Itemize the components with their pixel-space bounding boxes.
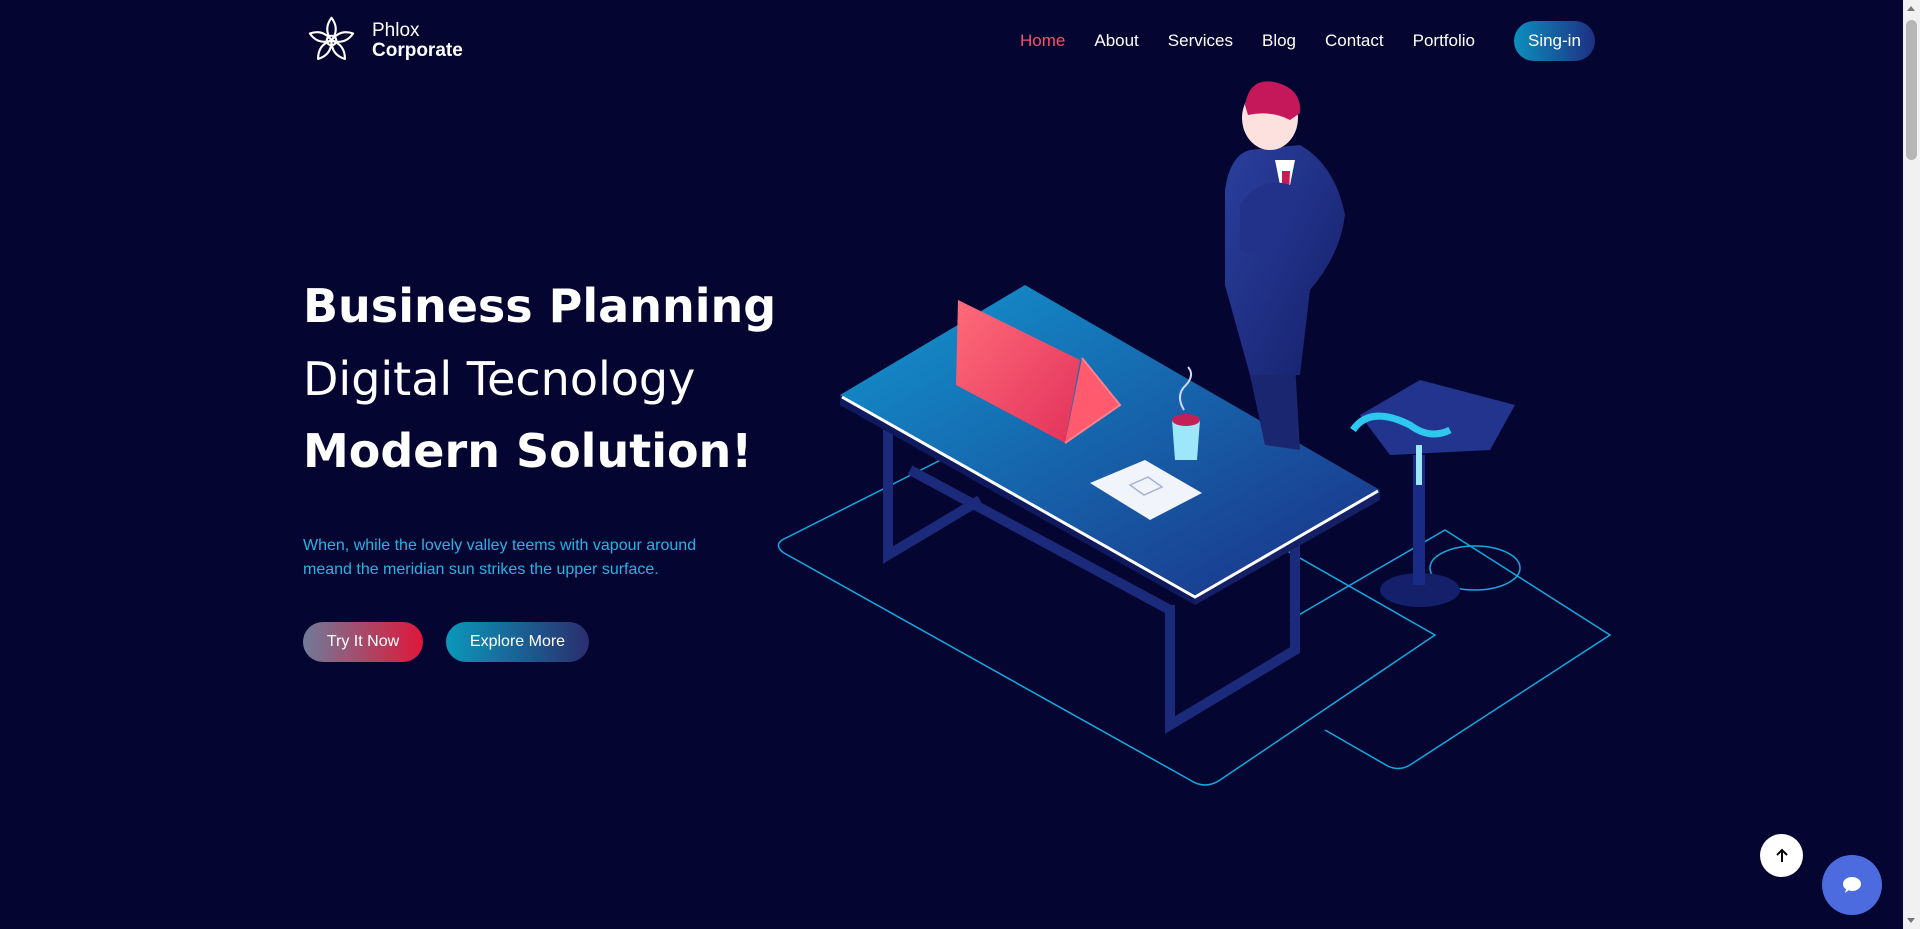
back-to-top-button[interactable] [1760, 834, 1803, 877]
nav-item-blog[interactable]: Blog [1262, 31, 1296, 51]
hero-heading-line2: Digital Tecnology [303, 352, 696, 406]
scroll-up-arrow[interactable] [1907, 6, 1915, 11]
hero-heading-line1: Business Planning [303, 279, 777, 333]
nav-item-contact[interactable]: Contact [1325, 31, 1384, 51]
lotus-flower-icon [308, 16, 355, 60]
chat-button[interactable] [1822, 855, 1882, 915]
page: Phlox Corporate Home About Services Blog… [0, 0, 1920, 929]
nav-item-portfolio[interactable]: Portfolio [1413, 31, 1475, 51]
brand-line1: Phlox [372, 19, 420, 41]
scroll-down-arrow[interactable] [1907, 918, 1915, 923]
brand-line2: Corporate [372, 39, 463, 61]
try-it-now-button[interactable]: Try It Now [303, 622, 423, 662]
explore-more-button[interactable]: Explore More [446, 622, 589, 662]
businessman-illustration [1225, 81, 1345, 450]
nav-item-about[interactable]: About [1094, 31, 1138, 51]
brand-name: Phlox Corporate [372, 19, 463, 61]
arrow-up-icon [1775, 848, 1788, 862]
nav-item-services[interactable]: Services [1168, 31, 1233, 51]
signin-button[interactable]: Sing-in [1513, 21, 1595, 61]
brand-logo[interactable]: Phlox Corporate [303, 12, 463, 69]
hero-description: When, while the lovely valley teems with… [303, 537, 697, 578]
nav-item-home[interactable]: Home [1020, 31, 1065, 51]
page-scrollbar[interactable] [1903, 0, 1920, 929]
hero-heading-line3: Modern Solution! [303, 424, 753, 478]
main-nav: Home About Services Blog Contact Portfol… [1020, 20, 1595, 62]
chat-bubble-icon [1843, 877, 1861, 893]
scroll-thumb[interactable] [1906, 20, 1917, 160]
hero-illustration [777, 81, 1612, 786]
